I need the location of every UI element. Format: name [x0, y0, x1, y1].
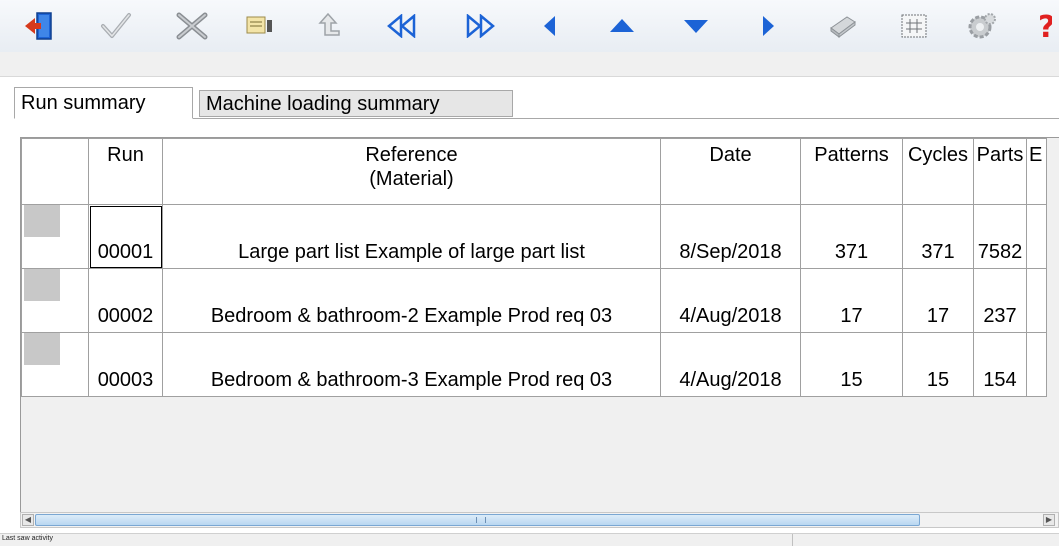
header-selector — [21, 138, 89, 205]
header-reference-label: Reference — [365, 144, 458, 166]
print-icon[interactable] — [822, 7, 862, 45]
cell-reference[interactable]: Large part list Example of large part li… — [162, 204, 661, 269]
up-level-icon[interactable] — [308, 7, 348, 45]
header-run[interactable]: Run — [88, 138, 163, 205]
status-bar: Last saw activity — [0, 533, 1059, 546]
cell-extra[interactable] — [1026, 268, 1047, 333]
toolbar-bottom-strip — [0, 52, 1059, 77]
cell-date[interactable]: 8/Sep/2018 — [660, 204, 801, 269]
cell-cycles[interactable]: 17 — [902, 268, 974, 333]
row-selector-box[interactable] — [24, 205, 60, 237]
cell-parts[interactable]: 7582 — [973, 204, 1027, 269]
exit-door-icon[interactable] — [20, 7, 60, 45]
previous-icon[interactable] — [530, 7, 570, 45]
status-text: Last saw activity — [2, 535, 53, 542]
header-reference[interactable]: Reference (Material) — [162, 138, 661, 205]
cell-cycles[interactable]: 371 — [902, 204, 974, 269]
last-record-icon[interactable] — [460, 7, 500, 45]
toolbar: ? — [0, 0, 1059, 53]
help-icon[interactable]: ? — [1032, 7, 1059, 45]
run-table: Run Reference (Material) Date Patterns C… — [21, 138, 1047, 397]
header-date[interactable]: Date — [660, 138, 801, 205]
cell-reference[interactable]: Bedroom & bathroom-2 Example Prod req 03 — [162, 268, 661, 333]
header-row: Run Reference (Material) Date Patterns C… — [21, 138, 1047, 205]
down-arrow-icon[interactable] — [676, 7, 716, 45]
header-patterns[interactable]: Patterns — [800, 138, 903, 205]
row-selector-box[interactable] — [24, 269, 60, 301]
svg-text:?: ? — [1038, 10, 1052, 43]
scroll-right-icon[interactable]: ▶ — [1043, 514, 1055, 526]
run-summary-grid[interactable]: Run Reference (Material) Date Patterns C… — [20, 137, 1059, 514]
cell-patterns[interactable]: 15 — [800, 332, 903, 397]
row-selector-box[interactable] — [24, 333, 60, 365]
cell-patterns[interactable]: 371 — [800, 204, 903, 269]
header-parts[interactable]: Parts — [973, 138, 1027, 205]
grid-icon[interactable] — [894, 7, 934, 45]
horizontal-scrollbar[interactable]: ◀ ▶ — [20, 512, 1059, 528]
header-material-label: (Material) — [369, 168, 454, 190]
cell-patterns[interactable]: 17 — [800, 268, 903, 333]
up-arrow-icon[interactable] — [602, 7, 642, 45]
tab-machine-loading-summary[interactable]: Machine loading summary — [199, 90, 513, 117]
row-selector[interactable] — [21, 268, 89, 333]
table-row[interactable]: 00001 Large part list Example of large p… — [21, 204, 1047, 269]
cell-date[interactable]: 4/Aug/2018 — [660, 268, 801, 333]
row-selector[interactable] — [21, 204, 89, 269]
cell-date[interactable]: 4/Aug/2018 — [660, 332, 801, 397]
status-separator — [792, 534, 793, 546]
cell-cycles[interactable]: 15 — [902, 332, 974, 397]
cancel-x-icon[interactable] — [172, 7, 212, 45]
cell-reference[interactable]: Bedroom & bathroom-3 Example Prod req 03 — [162, 332, 661, 397]
cell-run[interactable]: 00001 — [88, 204, 163, 269]
cell-run[interactable]: 00002 — [88, 268, 163, 333]
table-row[interactable]: 00002 Bedroom & bathroom-2 Example Prod … — [21, 268, 1047, 333]
scroll-left-icon[interactable]: ◀ — [22, 514, 34, 526]
row-selector[interactable] — [21, 332, 89, 397]
header-cycles[interactable]: Cycles — [902, 138, 974, 205]
edit-list-icon[interactable] — [240, 7, 280, 45]
cell-extra[interactable] — [1026, 332, 1047, 397]
thumb-grip-icon — [476, 517, 486, 523]
header-extra[interactable]: E — [1026, 138, 1047, 205]
next-icon[interactable] — [748, 7, 788, 45]
cell-parts[interactable]: 237 — [973, 268, 1027, 333]
table-row[interactable]: 00003 Bedroom & bathroom-3 Example Prod … — [21, 332, 1047, 397]
first-record-icon[interactable] — [382, 7, 422, 45]
scrollbar-thumb[interactable] — [35, 514, 920, 526]
cell-extra[interactable] — [1026, 204, 1047, 269]
cell-parts[interactable]: 154 — [973, 332, 1027, 397]
cell-run[interactable]: 00003 — [88, 332, 163, 397]
tab-run-summary[interactable]: Run summary — [14, 87, 193, 119]
settings-gear-icon[interactable] — [962, 7, 1002, 45]
check-icon[interactable] — [96, 7, 136, 45]
